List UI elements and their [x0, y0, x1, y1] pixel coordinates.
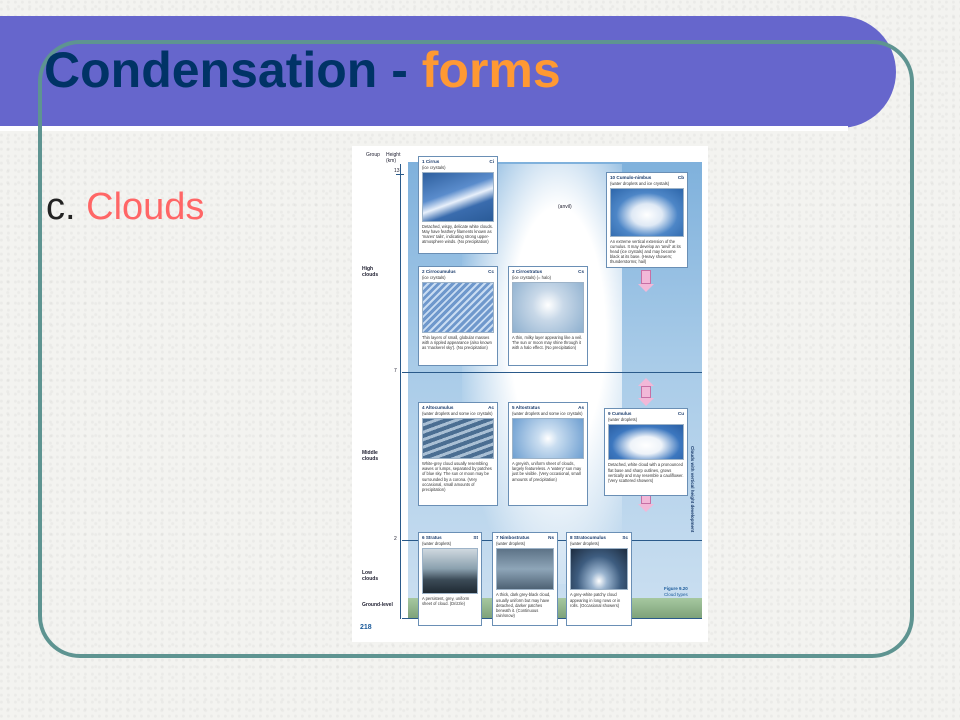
ground-level-label: Ground-level — [362, 602, 393, 608]
altocumulus-photo — [422, 417, 494, 460]
card-description: An extreme vertical extension of the cum… — [610, 238, 681, 265]
card-subtitle: (water droplets) — [422, 540, 452, 546]
card-subtitle: (ice crystals) — [422, 274, 446, 280]
arrow-up-stem — [641, 270, 651, 284]
card-subtitle: (water droplets) — [570, 540, 600, 546]
arrow-down-icon — [638, 504, 654, 512]
card-subtitle: (water droplets and ice crystals) — [610, 180, 670, 186]
arrow-down-icon — [638, 284, 654, 292]
card-title: 8 Stratocumulus — [570, 535, 606, 540]
card-code: St — [473, 535, 478, 540]
cloud-types-figure: Group Height (km) 13 7 2 High clouds Mid… — [352, 146, 708, 642]
arrow-mid-stem — [641, 386, 651, 398]
card-cumulonimbus: 10 Cumulo-nimbus Cb (water droplets and i… — [606, 172, 688, 268]
tick-label-7: 7 — [394, 368, 397, 374]
card-code: Cu — [677, 411, 684, 416]
card-cumulus: 9 Cumulus Cu (water droplets) Detached, w… — [604, 408, 688, 496]
card-cirrus: 1 Cirrus Ci (ice crystals) Detached, wisp… — [418, 156, 498, 254]
card-title: 4 Altocumulus — [422, 405, 454, 410]
cirrus-photo — [422, 171, 494, 222]
nimbostratus-photo — [496, 547, 554, 591]
card-cirrocumulus: 2 Cirrocumulus Cc (ice crystals) Thin lay… — [418, 266, 498, 366]
card-stratus: 6 Stratus St (water droplets) A persisten… — [418, 532, 482, 626]
stratocumulus-photo — [570, 547, 628, 591]
cirrostratus-photo — [512, 281, 584, 333]
card-description: A greyish, uniform sheet of clouds, larg… — [512, 461, 582, 482]
figure-caption: Figure 9.20 Cloud types — [664, 586, 688, 598]
card-title: 3 Cirrostratus — [512, 269, 543, 274]
card-title: 7 Nimbostratus — [496, 535, 530, 540]
card-subtitle: (ice crystals) — [422, 164, 446, 170]
cumulus-photo — [608, 423, 684, 461]
card-code: Cb — [677, 175, 684, 180]
card-code: As — [578, 405, 584, 410]
card-altocumulus: 4 Altocumulus Ac (water droplets and some… — [418, 402, 498, 506]
card-description: A grey-white patchy cloud appearing in l… — [570, 592, 621, 608]
card-cirrostratus: 3 Cirrostratus Cs (ice crystals) (= halo)… — [508, 266, 588, 366]
card-altostratus: 5 Altostratus As (water droplets and some… — [508, 402, 588, 506]
card-description: Detached, wispy, delicate white clouds. … — [422, 223, 493, 245]
group-high: High clouds — [362, 266, 379, 278]
bullet-item: c. Clouds — [46, 186, 204, 229]
figure-title: Cloud types — [664, 591, 688, 597]
card-subtitle: (ice crystals) (= halo) — [512, 274, 551, 280]
anvil-label: (anvil) — [558, 204, 572, 210]
vertical-development-label: Clouds with vertical height development — [690, 446, 695, 533]
bullet-prefix: c. — [46, 186, 87, 228]
card-title: 2 Cirrocumulus — [422, 269, 456, 274]
arrow-down-icon — [638, 398, 654, 406]
group-column-label: Group — [366, 152, 380, 158]
cirrocumulus-photo — [422, 281, 494, 333]
card-description: Thin layers of small, globular masses wi… — [422, 334, 492, 351]
stratus-photo — [422, 547, 478, 594]
slide-title: Condensation - forms — [44, 40, 561, 100]
title-main: Condensation - — [44, 42, 422, 98]
card-description: A thin, milky layer appearing like a vei… — [512, 334, 583, 351]
card-code: Ci — [489, 159, 494, 164]
card-subtitle: (water droplets) — [496, 540, 526, 546]
card-code: Cs — [578, 269, 584, 274]
card-subtitle: (water droplets and some ice crystals) — [422, 410, 493, 416]
card-stratocumulus: 8 Stratocumulus Sc (water droplets) A gre… — [566, 532, 632, 626]
card-title: 10 Cumulo-nimbus — [610, 175, 652, 180]
tick-13 — [396, 174, 404, 175]
card-code: Ns — [548, 535, 554, 540]
card-code: Sc — [622, 535, 628, 540]
card-subtitle: (water droplets and some ice crystals) — [512, 410, 583, 416]
group-low: Low clouds — [362, 570, 379, 582]
cumulonimbus-photo — [610, 187, 684, 237]
height-column-label: Height (km) — [386, 152, 401, 164]
page-number: 218 — [360, 624, 372, 631]
altostratus-photo — [512, 417, 584, 460]
divider-7km — [402, 372, 702, 373]
axis-line — [400, 164, 401, 619]
card-description: Detached, white cloud with a pronounced … — [608, 462, 684, 483]
card-description: White-grey cloud usually resembling wave… — [422, 461, 492, 492]
card-code: Cc — [488, 269, 494, 274]
card-description: A persistent, grey, uniform sheet of clo… — [422, 595, 470, 607]
card-code: Ac — [488, 405, 494, 410]
height-axis: Group Height (km) 13 7 2 High clouds Mid… — [352, 146, 408, 642]
card-subtitle: (water droplets) — [608, 416, 638, 422]
arrow-up-icon — [638, 378, 654, 386]
card-title: 1 Cirrus — [422, 159, 440, 164]
card-title: 9 Cumulus — [608, 411, 632, 416]
group-middle: Middle clouds — [362, 450, 379, 462]
card-description: A thick, dark grey-black cloud, usually … — [496, 592, 551, 618]
card-nimbostratus: 7 Nimbostratus Ns (water droplets) A thic… — [492, 532, 558, 626]
card-title: 5 Altostratus — [512, 405, 540, 410]
figure-number: Figure 9.20 — [664, 586, 688, 591]
card-title: 6 Stratus — [422, 535, 442, 540]
tick-label-2: 2 — [394, 536, 397, 542]
title-accent: forms — [421, 42, 561, 98]
bullet-label: Clouds — [86, 186, 205, 228]
